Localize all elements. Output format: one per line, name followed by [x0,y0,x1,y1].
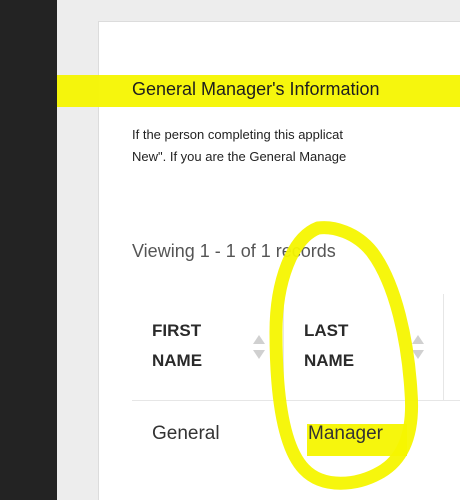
column-header-first-name[interactable]: FIRST NAME [132,294,282,400]
column-header-last-name[interactable]: LAST NAME [283,294,444,400]
left-sidebar [0,0,57,500]
table-body: General Manager [132,401,460,477]
table-row[interactable]: General Manager [132,401,460,477]
cell-last-name: Manager [308,423,383,444]
column-header-more[interactable] [443,294,460,400]
sort-icon[interactable] [411,334,425,360]
record-count: Viewing 1 - 1 of 1 records [132,241,336,261]
column-header-label: LAST NAME [304,321,355,370]
intro-line-1: If the person completing this applicat [132,127,344,142]
table-header: FIRST NAME LAST NAME [132,294,460,401]
section-title: General Manager's Information [132,79,380,99]
section-intro: If the person completing this applicat N… [132,124,460,168]
column-header-label: FIRST NAME [152,321,203,370]
records-table: FIRST NAME LAST NAME General Manager [132,294,460,477]
sort-icon[interactable] [252,334,266,360]
intro-line-2: New". If you are the General Manage [132,149,347,164]
screenshot-page: General Manager's Information If the per… [0,0,460,500]
cell-first-name: General [152,423,220,444]
